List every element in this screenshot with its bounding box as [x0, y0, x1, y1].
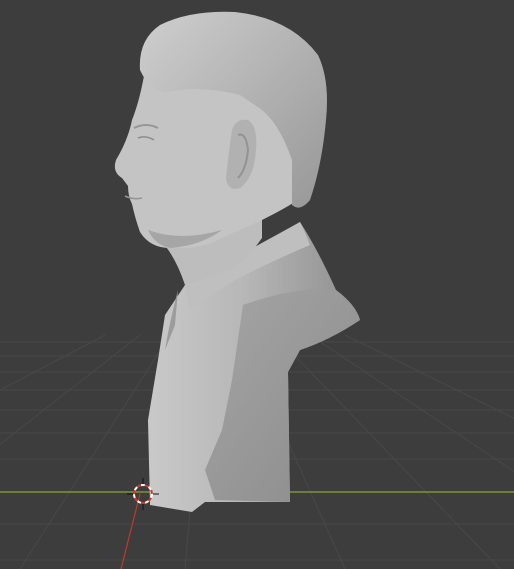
bust-mesh-icon[interactable] — [114, 11, 360, 512]
3d-viewport[interactable] — [0, 0, 514, 569]
y-axis-line — [120, 493, 141, 569]
viewport-canvas[interactable] — [0, 0, 514, 569]
